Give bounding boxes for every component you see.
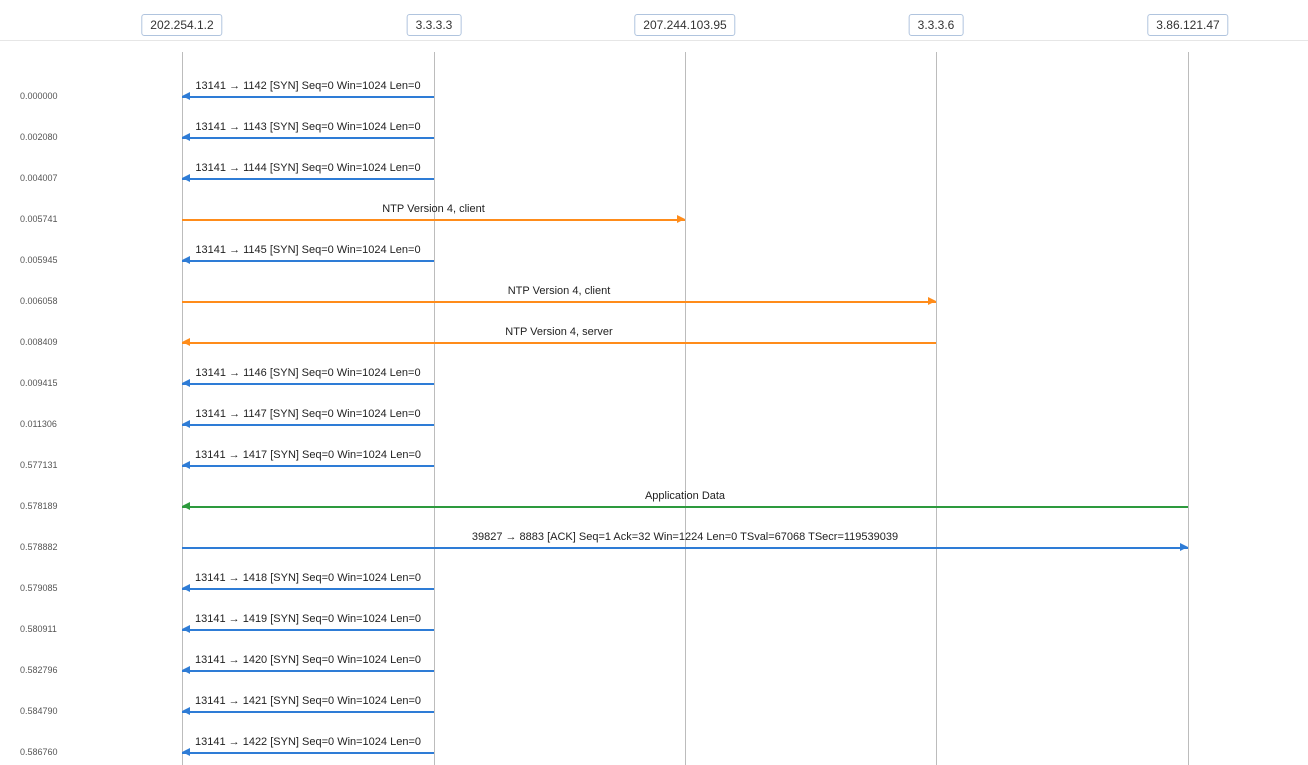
time-label: 0.000000 <box>20 91 58 101</box>
message-label[interactable]: 13141 → 1421 [SYN] Seq=0 Win=1024 Len=0 <box>195 695 421 709</box>
arrow-head-icon <box>182 502 190 510</box>
arrow-bar <box>182 711 434 713</box>
message-label[interactable]: 13141 → 1419 [SYN] Seq=0 Win=1024 Len=0 <box>195 613 421 627</box>
arrow-head-icon <box>182 461 190 469</box>
arrow-bar <box>182 137 434 139</box>
message-label[interactable]: 13141 → 1420 [SYN] Seq=0 Win=1024 Len=0 <box>195 654 421 668</box>
time-label: 0.005741 <box>20 214 58 224</box>
arrow-head-icon <box>182 92 190 100</box>
arrow-bar <box>182 670 434 672</box>
node-label-3[interactable]: 3.3.3.6 <box>909 14 964 36</box>
arrow-head-icon <box>182 748 190 756</box>
time-label: 0.008409 <box>20 337 58 347</box>
time-label: 0.004007 <box>20 173 58 183</box>
arrow-head-icon <box>182 133 190 141</box>
time-label: 0.005945 <box>20 255 58 265</box>
arrow-bar <box>182 588 434 590</box>
arrow-head-icon <box>182 256 190 264</box>
lifeline-4 <box>1188 52 1189 765</box>
node-header: 202.254.1.2 3.3.3.3 207.244.103.95 3.3.3.6 3… <box>0 0 1308 41</box>
time-label: 0.582796 <box>20 665 58 675</box>
lifeline-1 <box>434 52 435 765</box>
node-label-0[interactable]: 202.254.1.2 <box>141 14 222 36</box>
time-label: 0.584790 <box>20 706 58 716</box>
message-label[interactable]: 13141 → 1146 [SYN] Seq=0 Win=1024 Len=0 <box>195 367 420 381</box>
time-label: 0.586760 <box>20 747 58 757</box>
arrow-bar <box>182 506 1188 508</box>
arrow-head-icon <box>928 297 936 305</box>
message-label[interactable]: 13141 → 1147 [SYN] Seq=0 Win=1024 Len=0 <box>195 408 420 422</box>
arrow-bar <box>182 752 434 754</box>
arrow-bar <box>182 424 434 426</box>
arrow-bar <box>182 465 434 467</box>
time-label: 0.577131 <box>20 460 58 470</box>
message-label[interactable]: 13141 → 1422 [SYN] Seq=0 Win=1024 Len=0 <box>195 736 421 750</box>
arrow-bar <box>182 547 1188 549</box>
message-label[interactable]: 39827 → 8883 [ACK] Seq=1 Ack=32 Win=1224… <box>472 531 898 545</box>
flow-graph-canvas: 202.254.1.2 3.3.3.3 207.244.103.95 3.3.3.6 3… <box>0 0 1308 765</box>
message-label[interactable]: 13141 → 1145 [SYN] Seq=0 Win=1024 Len=0 <box>195 244 420 258</box>
arrow-head-icon <box>1180 543 1188 551</box>
arrow-bar <box>182 383 434 385</box>
message-label[interactable]: 13141 → 1142 [SYN] Seq=0 Win=1024 Len=0 <box>195 80 420 94</box>
message-label[interactable]: 13141 → 1417 [SYN] Seq=0 Win=1024 Len=0 <box>195 449 421 463</box>
arrow-head-icon <box>182 707 190 715</box>
arrow-bar <box>182 96 434 98</box>
arrow-head-icon <box>182 666 190 674</box>
time-label: 0.006058 <box>20 296 58 306</box>
arrow-head-icon <box>182 420 190 428</box>
arrow-bar <box>182 342 936 344</box>
arrow-head-icon <box>677 215 685 223</box>
message-label[interactable]: NTP Version 4, client <box>508 285 611 299</box>
message-label[interactable]: NTP Version 4, client <box>382 203 485 217</box>
message-label[interactable]: Application Data <box>645 490 725 504</box>
arrow-bar <box>182 629 434 631</box>
arrow-head-icon <box>182 625 190 633</box>
time-label: 0.580911 <box>20 624 57 634</box>
message-label[interactable]: 13141 → 1418 [SYN] Seq=0 Win=1024 Len=0 <box>195 572 421 586</box>
node-label-2[interactable]: 207.244.103.95 <box>634 14 735 36</box>
time-label: 0.009415 <box>20 378 58 388</box>
message-label[interactable]: NTP Version 4, server <box>505 326 612 340</box>
arrow-head-icon <box>182 338 190 346</box>
message-label[interactable]: 13141 → 1144 [SYN] Seq=0 Win=1024 Len=0 <box>195 162 420 176</box>
arrow-bar <box>182 301 936 303</box>
time-label: 0.578882 <box>20 542 58 552</box>
time-label: 0.002080 <box>20 132 58 142</box>
time-label: 0.579085 <box>20 583 58 593</box>
lifeline-2 <box>685 52 686 765</box>
time-label: 0.578189 <box>20 501 58 511</box>
arrow-bar <box>182 260 434 262</box>
arrow-bar <box>182 178 434 180</box>
arrow-head-icon <box>182 379 190 387</box>
arrow-head-icon <box>182 584 190 592</box>
node-label-1[interactable]: 3.3.3.3 <box>407 14 462 36</box>
node-label-4[interactable]: 3.86.121.47 <box>1147 14 1228 36</box>
message-label[interactable]: 13141 → 1143 [SYN] Seq=0 Win=1024 Len=0 <box>195 121 420 135</box>
lifeline-0 <box>182 52 183 765</box>
time-label: 0.011306 <box>20 419 57 429</box>
lifeline-3 <box>936 52 937 765</box>
arrow-bar <box>182 219 685 221</box>
arrow-head-icon <box>182 174 190 182</box>
